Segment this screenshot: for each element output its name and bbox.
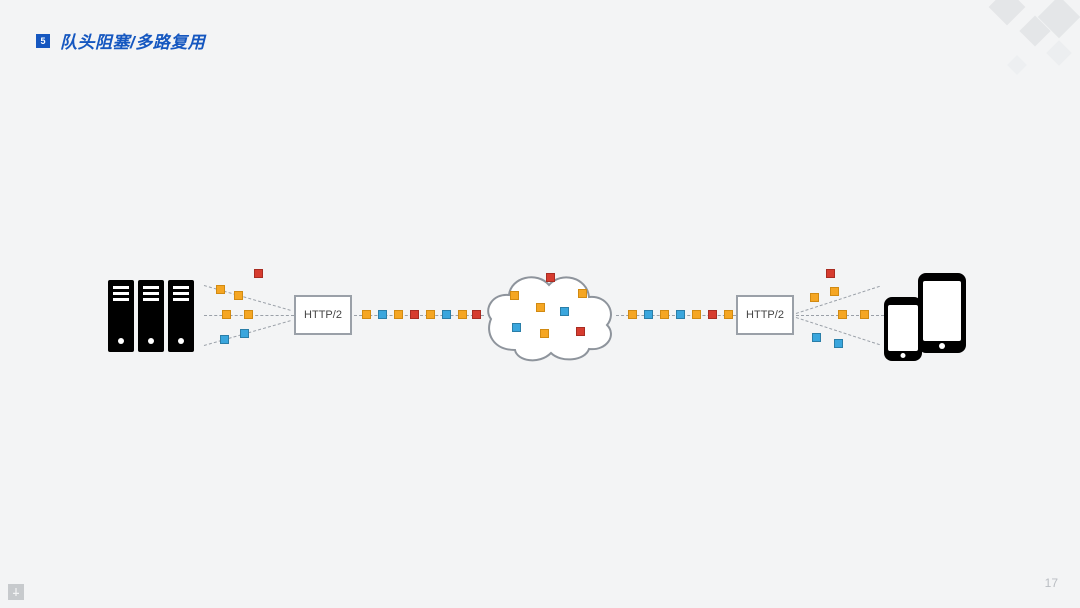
packet [216,285,225,294]
corner-decoration [930,0,1080,100]
packet [692,310,701,319]
packet [458,310,467,319]
packet [540,329,549,338]
packet [220,335,229,344]
packet [560,307,569,316]
packet [546,273,555,282]
packet [576,327,585,336]
packet [860,310,869,319]
mobile-devices-icon [884,273,966,361]
slide-title: 队头阻塞/多路复用 [60,28,205,53]
packet [442,310,451,319]
packet [628,310,637,319]
slide-header: 5 队头阻塞/多路复用 [36,28,205,53]
packet [222,310,231,319]
footer-logo-mark [8,584,24,600]
multiplexing-diagram: HTTP/2 HTTP/2 [0,245,1080,385]
http2-label: HTTP/2 [304,309,342,321]
page-number: 17 [1045,576,1058,590]
packet [472,310,481,319]
packet [426,310,435,319]
packet [830,287,839,296]
packet [826,269,835,278]
section-number-badge: 5 [36,34,50,48]
packet [812,333,821,342]
http2-box-right: HTTP/2 [736,295,794,335]
servers-icon [108,280,194,352]
packet [708,310,717,319]
packet [810,293,819,302]
packet [254,269,263,278]
packet [240,329,249,338]
packet [834,339,843,348]
packet [512,323,521,332]
packet [244,310,253,319]
packet [660,310,669,319]
packet [536,303,545,312]
packet [510,291,519,300]
packet [724,310,733,319]
http2-box-left: HTTP/2 [294,295,352,335]
packet [676,310,685,319]
packet [410,310,419,319]
packet [234,291,243,300]
http2-label: HTTP/2 [746,309,784,321]
packet [362,310,371,319]
packet [644,310,653,319]
packet [378,310,387,319]
packet [394,310,403,319]
packet [838,310,847,319]
packet [578,289,587,298]
